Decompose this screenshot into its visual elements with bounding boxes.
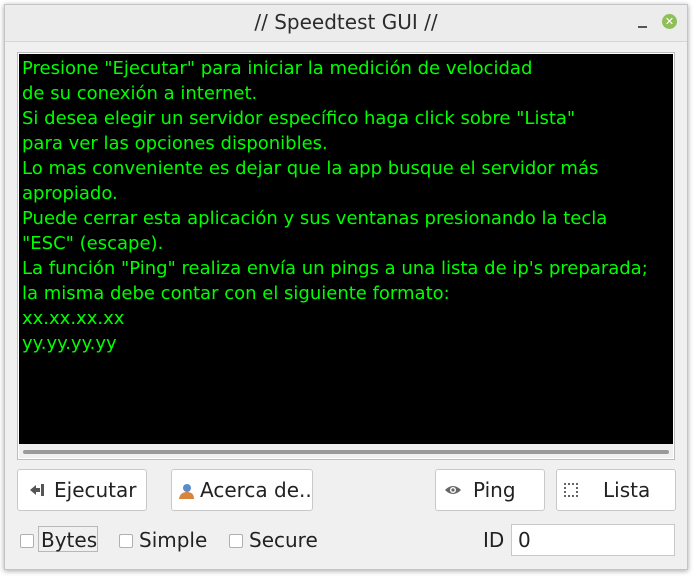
console-frame: Presione "Ejecutar" para iniciar la medi… xyxy=(17,52,675,460)
bytes-label: Bytes xyxy=(41,528,98,552)
acerca-de-label: Acerca de.. xyxy=(200,478,312,502)
secure-checkbox[interactable] xyxy=(229,534,243,548)
console-line: la misma debe contar con el siguiente fo… xyxy=(22,283,450,304)
console-line: Puede cerrar esta aplicación y sus venta… xyxy=(22,208,608,229)
bytes-checkbox[interactable] xyxy=(20,534,34,548)
app-window: // Speedtest GUI // ✕ Presione "Ejecutar… xyxy=(4,4,688,570)
console-line: de su conexión a internet. xyxy=(22,83,258,104)
minimize-icon xyxy=(638,26,647,28)
title-bar[interactable]: // Speedtest GUI // ✕ xyxy=(5,5,687,42)
eye-icon xyxy=(445,486,461,494)
scrollbar-thumb[interactable] xyxy=(23,450,669,454)
simple-label: Simple xyxy=(139,528,208,552)
lista-label: Lista xyxy=(603,478,651,502)
ejecutar-button[interactable]: Ejecutar xyxy=(17,469,147,511)
horizontal-scrollbar[interactable] xyxy=(19,444,673,458)
id-label: ID xyxy=(483,528,505,552)
simple-checkbox[interactable] xyxy=(119,534,133,548)
lista-button[interactable]: Lista xyxy=(556,469,676,511)
console-line: "ESC" (escape). xyxy=(22,233,164,254)
secure-label: Secure xyxy=(249,528,318,552)
acerca-de-button[interactable]: Acerca de.. xyxy=(171,469,313,511)
ping-button[interactable]: Ping xyxy=(435,469,545,511)
close-button[interactable]: ✕ xyxy=(662,14,677,29)
list-icon xyxy=(564,483,578,497)
console-line: Lo mas conveniente es dejar que la app b… xyxy=(22,158,599,179)
console-line: Presione "Ejecutar" para iniciar la medi… xyxy=(22,58,533,79)
console-output[interactable]: Presione "Ejecutar" para iniciar la medi… xyxy=(19,54,673,444)
window-title: // Speedtest GUI // xyxy=(254,10,438,34)
id-input[interactable] xyxy=(511,524,675,556)
minimize-button[interactable] xyxy=(635,11,651,33)
console-line: para ver las opciones disponibles. xyxy=(22,133,328,154)
console-line: La función "Ping" realiza envía un pings… xyxy=(22,258,648,279)
ejecutar-label: Ejecutar xyxy=(54,478,137,502)
ping-label: Ping xyxy=(473,478,516,502)
console-line: apropiado. xyxy=(22,183,118,204)
exit-arrow-icon xyxy=(30,484,44,496)
console-line: xx.xx.xx.xx xyxy=(22,308,125,329)
user-icon xyxy=(179,484,194,499)
console-line: Si desea elegir un servidor específico h… xyxy=(22,108,576,129)
console-line: yy.yy.yy.yy xyxy=(22,333,117,354)
close-icon: ✕ xyxy=(664,15,675,28)
